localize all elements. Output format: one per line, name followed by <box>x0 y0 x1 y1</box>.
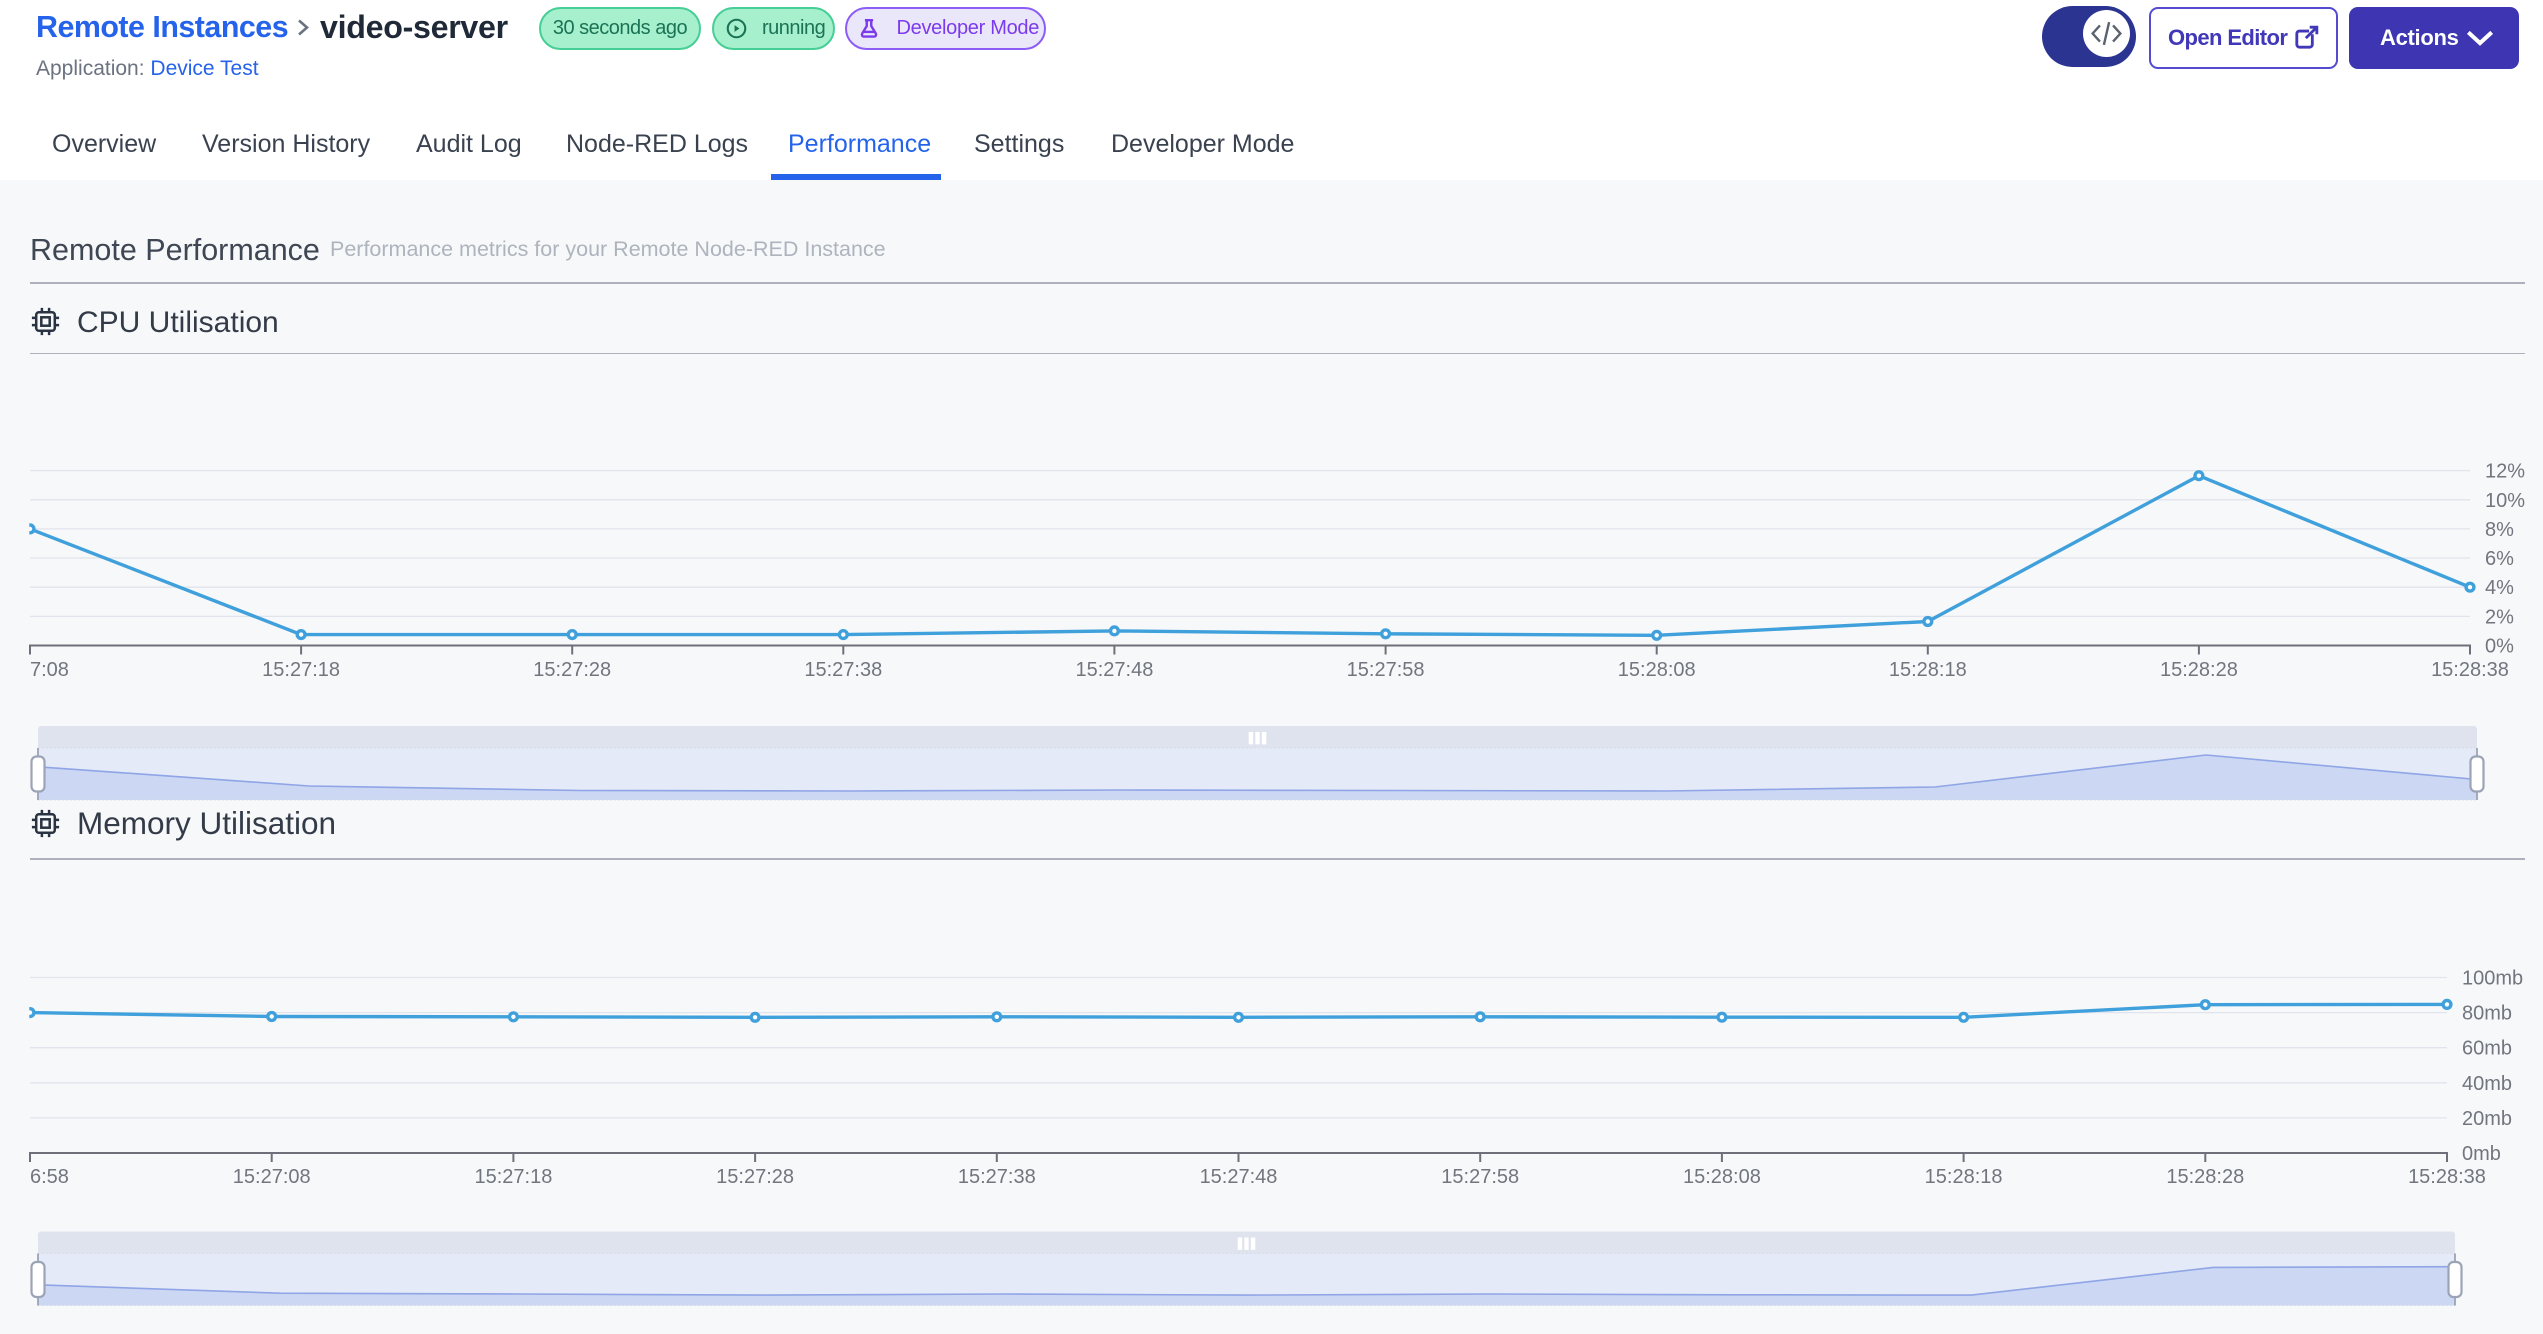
svg-text:15:27:28: 15:27:28 <box>533 659 611 681</box>
svg-text:15:27:38: 15:27:38 <box>804 659 882 681</box>
svg-text:15:28:18: 15:28:18 <box>1925 1166 2003 1188</box>
svg-text:15:28:08: 15:28:08 <box>1618 659 1696 681</box>
svg-text:100mb: 100mb <box>2462 968 2523 990</box>
svg-text:6:58: 6:58 <box>30 1166 69 1188</box>
svg-text:0mb: 0mb <box>2462 1143 2501 1165</box>
svg-text:15:27:18: 15:27:18 <box>262 659 340 681</box>
svg-text:15:28:28: 15:28:28 <box>2160 659 2238 681</box>
svg-text:0%: 0% <box>2485 636 2514 658</box>
svg-text:2%: 2% <box>2485 606 2514 628</box>
svg-text:6%: 6% <box>2485 548 2514 570</box>
svg-text:7:08: 7:08 <box>30 659 69 681</box>
svg-text:15:28:38: 15:28:38 <box>2431 659 2509 681</box>
svg-text:15:27:38: 15:27:38 <box>958 1166 1036 1188</box>
svg-text:40mb: 40mb <box>2462 1073 2512 1095</box>
svg-text:15:27:48: 15:27:48 <box>1200 1166 1278 1188</box>
svg-text:15:28:08: 15:28:08 <box>1683 1166 1761 1188</box>
svg-text:20mb: 20mb <box>2462 1108 2512 1130</box>
svg-text:60mb: 60mb <box>2462 1038 2512 1060</box>
svg-text:12%: 12% <box>2485 461 2525 483</box>
svg-text:15:27:18: 15:27:18 <box>474 1166 552 1188</box>
svg-text:80mb: 80mb <box>2462 1003 2512 1025</box>
svg-text:15:27:28: 15:27:28 <box>716 1166 794 1188</box>
svg-text:15:27:08: 15:27:08 <box>233 1166 311 1188</box>
svg-text:15:27:58: 15:27:58 <box>1441 1166 1519 1188</box>
svg-text:15:27:48: 15:27:48 <box>1075 659 1153 681</box>
svg-text:15:28:18: 15:28:18 <box>1889 659 1967 681</box>
svg-text:10%: 10% <box>2485 490 2525 512</box>
svg-text:4%: 4% <box>2485 577 2514 599</box>
svg-text:15:27:58: 15:27:58 <box>1347 659 1425 681</box>
svg-text:8%: 8% <box>2485 519 2514 541</box>
svg-text:15:28:38: 15:28:38 <box>2408 1166 2486 1188</box>
svg-text:15:28:28: 15:28:28 <box>2166 1166 2244 1188</box>
